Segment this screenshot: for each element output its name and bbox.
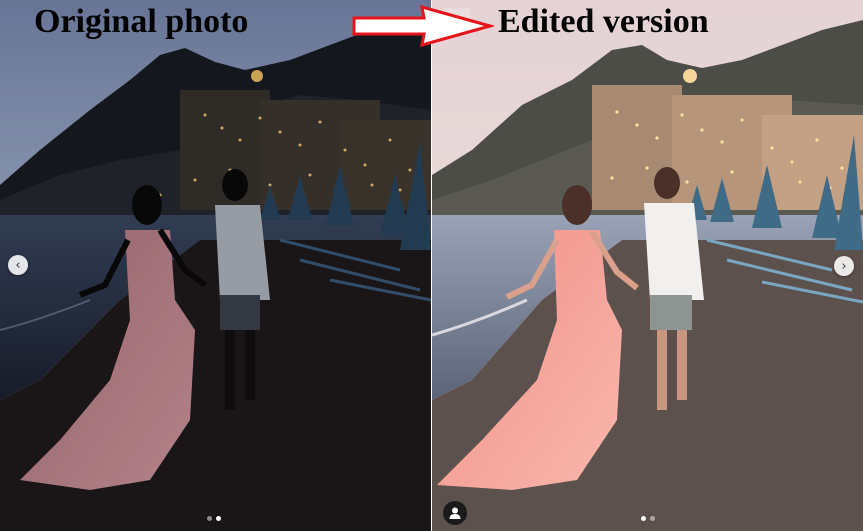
chevron-left-icon[interactable]: ‹	[8, 255, 28, 275]
chevron-right-icon[interactable]: ›	[834, 256, 854, 276]
original-photo	[0, 0, 431, 531]
user-icon	[449, 507, 461, 519]
carousel-dot[interactable]	[650, 516, 655, 521]
carousel-dot-active[interactable]	[216, 516, 221, 521]
carousel-dot-active[interactable]	[641, 516, 646, 521]
edited-version-caption: Edited version	[498, 3, 709, 40]
right-arrow-icon	[352, 4, 494, 48]
carousel-dots-right	[641, 516, 655, 521]
original-photo-caption: Original photo	[34, 3, 249, 40]
carousel-dots-left	[207, 516, 221, 521]
person-tag-icon[interactable]	[443, 501, 467, 525]
carousel-dot[interactable]	[207, 516, 212, 521]
edited-photo	[432, 0, 863, 531]
